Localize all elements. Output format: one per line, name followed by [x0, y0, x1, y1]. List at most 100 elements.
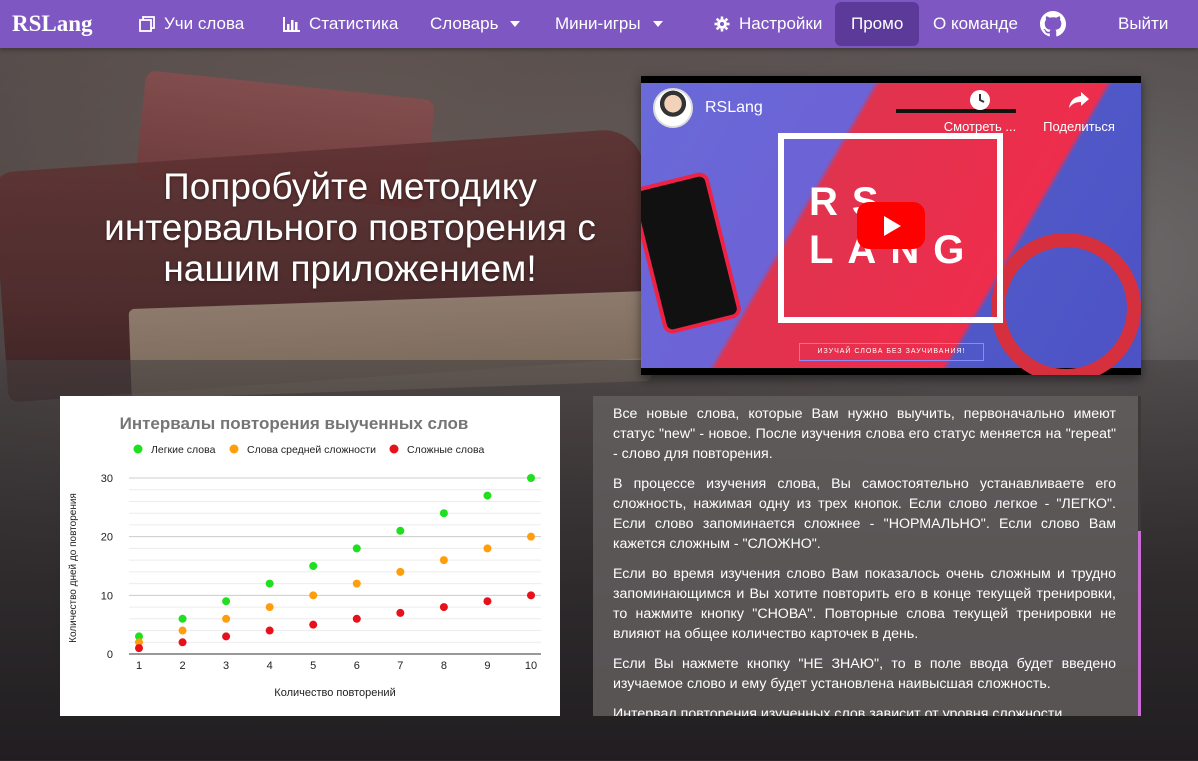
- x-tick-label: 8: [441, 660, 447, 672]
- chart-title: Интервалы повторения выученных слов: [120, 414, 469, 433]
- nav-dictionary-label: Словарь: [430, 14, 499, 33]
- data-point: [309, 562, 318, 570]
- x-tick-label: 2: [179, 660, 185, 672]
- nav-learn-words[interactable]: Учи слова: [138, 0, 244, 48]
- data-point: [222, 632, 231, 641]
- legend-marker: [229, 444, 239, 454]
- nav-statistics-label: Статистика: [309, 14, 399, 33]
- data-point: [352, 544, 361, 553]
- y-tick-label: 10: [101, 590, 113, 602]
- github-link[interactable]: [1040, 0, 1066, 48]
- data-point: [527, 591, 535, 600]
- data-point: [265, 603, 274, 612]
- data-point: [265, 626, 274, 635]
- info-panel-scrollbar[interactable]: [1138, 531, 1141, 716]
- data-point: [483, 597, 492, 606]
- data-point: [439, 509, 448, 518]
- x-tick-label: 6: [354, 660, 360, 672]
- legend-marker: [389, 444, 399, 454]
- y-tick-label: 30: [101, 473, 113, 485]
- nav-minigames-label: Мини-игры: [555, 14, 641, 33]
- nav-statistics[interactable]: Статистика: [283, 0, 398, 48]
- nav-dictionary-dropdown[interactable]: Словарь: [430, 0, 521, 48]
- nav-settings-label: Настройки: [739, 14, 823, 33]
- repetition-chart: Интервалы повторения выученных слов Легк…: [60, 396, 560, 716]
- cards-icon: [138, 15, 156, 33]
- x-tick-label: 4: [267, 660, 273, 672]
- chart-grid: [129, 477, 541, 655]
- x-tick-label: 3: [223, 660, 229, 672]
- data-point: [527, 474, 535, 482]
- nav-settings[interactable]: Настройки: [713, 0, 822, 48]
- x-tick-label: 10: [525, 660, 537, 672]
- gear-icon: [713, 15, 731, 33]
- clock-icon: [968, 88, 992, 115]
- data-point: [178, 626, 187, 635]
- video-embed[interactable]: RS LANG ИЗУЧАЙ СЛОВА БЕЗ ЗАУЧИВАНИЯ! RSL…: [641, 76, 1141, 375]
- hero-title: Попробуйте методику интервального повтор…: [104, 166, 596, 289]
- logout-button[interactable]: Выйти: [1118, 0, 1168, 48]
- chart-svg: Интервалы повторения выученных слов Легк…: [68, 414, 541, 699]
- navbar: RSLang Учи слова Статистика Словарь Мини…: [0, 0, 1198, 48]
- chart-x-ticks: 1 2 3 4 5 6 7 8 9 10: [136, 660, 537, 672]
- share-icon: [1067, 88, 1091, 115]
- data-point: [439, 603, 448, 612]
- data-point: [309, 591, 318, 600]
- x-tick-label: 5: [310, 660, 316, 672]
- data-point: [265, 579, 274, 588]
- data-point: [178, 614, 187, 623]
- x-tick-label: 9: [484, 660, 490, 672]
- y-tick-label: 0: [107, 649, 113, 661]
- nav-about-team[interactable]: О команде: [933, 0, 1018, 48]
- data-point: [222, 614, 231, 623]
- chart-x-label: Количество повторений: [274, 687, 395, 699]
- info-paragraph-4: Если Вы нажмете кнопку "НЕ ЗНАЮ", то в п…: [613, 656, 1116, 692]
- video-channel-name: RSLang: [705, 99, 763, 116]
- chart-y-ticks: 0 10 20 30: [101, 473, 113, 661]
- thumbnail-tagline: ИЗУЧАЙ СЛОВА БЕЗ ЗАУЧИВАНИЯ!: [799, 343, 984, 361]
- brand-logo[interactable]: RSLang: [12, 11, 93, 37]
- data-point: [439, 556, 448, 565]
- avatar: [653, 88, 693, 128]
- play-icon[interactable]: [857, 202, 925, 249]
- bar-chart-icon: [283, 15, 301, 33]
- chevron-down-icon: [652, 21, 663, 27]
- thumbnail-phone: [641, 170, 743, 336]
- video-channel[interactable]: RSLang: [653, 88, 763, 128]
- info-paragraph-5: Интервал повторения изученных слов завис…: [613, 706, 1063, 716]
- x-tick-label: 1: [136, 660, 142, 672]
- legend-label: Легкие слова: [151, 444, 216, 456]
- chart-points: [135, 474, 535, 653]
- nav-team-label: О команде: [933, 14, 1018, 33]
- data-point: [396, 608, 405, 617]
- data-point: [527, 532, 535, 541]
- share-button[interactable]: Поделиться: [1034, 88, 1124, 134]
- nav-learn-label: Учи слова: [164, 14, 245, 33]
- data-point: [396, 567, 405, 576]
- share-label: Поделиться: [1043, 119, 1115, 134]
- nav-promo-label: Промо: [851, 14, 904, 33]
- x-tick-label: 7: [397, 660, 403, 672]
- data-point: [352, 614, 361, 623]
- chevron-down-icon: [510, 21, 521, 27]
- watch-later-label: Смотреть ...: [943, 119, 1017, 134]
- logout-label: Выйти: [1118, 14, 1169, 33]
- data-point: [135, 644, 143, 653]
- nav-minigames-dropdown[interactable]: Мини-игры: [555, 0, 663, 48]
- y-tick-label: 20: [101, 532, 113, 544]
- info-paragraph-2: В процессе изучения слова, Вы самостояте…: [613, 476, 1116, 552]
- info-panel[interactable]: Все новые слова, которые Вам нужно выучи…: [593, 396, 1141, 716]
- legend-label: Сложные слова: [407, 444, 484, 456]
- legend-marker: [133, 444, 143, 454]
- data-point: [309, 620, 318, 629]
- info-paragraph-3: Если во время изучения слово Вам показал…: [613, 566, 1116, 642]
- chart-legend: Легкие слова Слова средней сложности Сложн…: [133, 444, 484, 456]
- watch-later-button[interactable]: Смотреть ...: [935, 88, 1025, 134]
- data-point: [352, 579, 361, 588]
- chart-y-label: Количество дней до повторения: [68, 493, 79, 643]
- github-icon: [1040, 11, 1066, 37]
- data-point: [396, 526, 405, 535]
- data-point: [483, 491, 492, 500]
- data-point: [178, 638, 187, 647]
- nav-promo[interactable]: Промо: [835, 2, 920, 46]
